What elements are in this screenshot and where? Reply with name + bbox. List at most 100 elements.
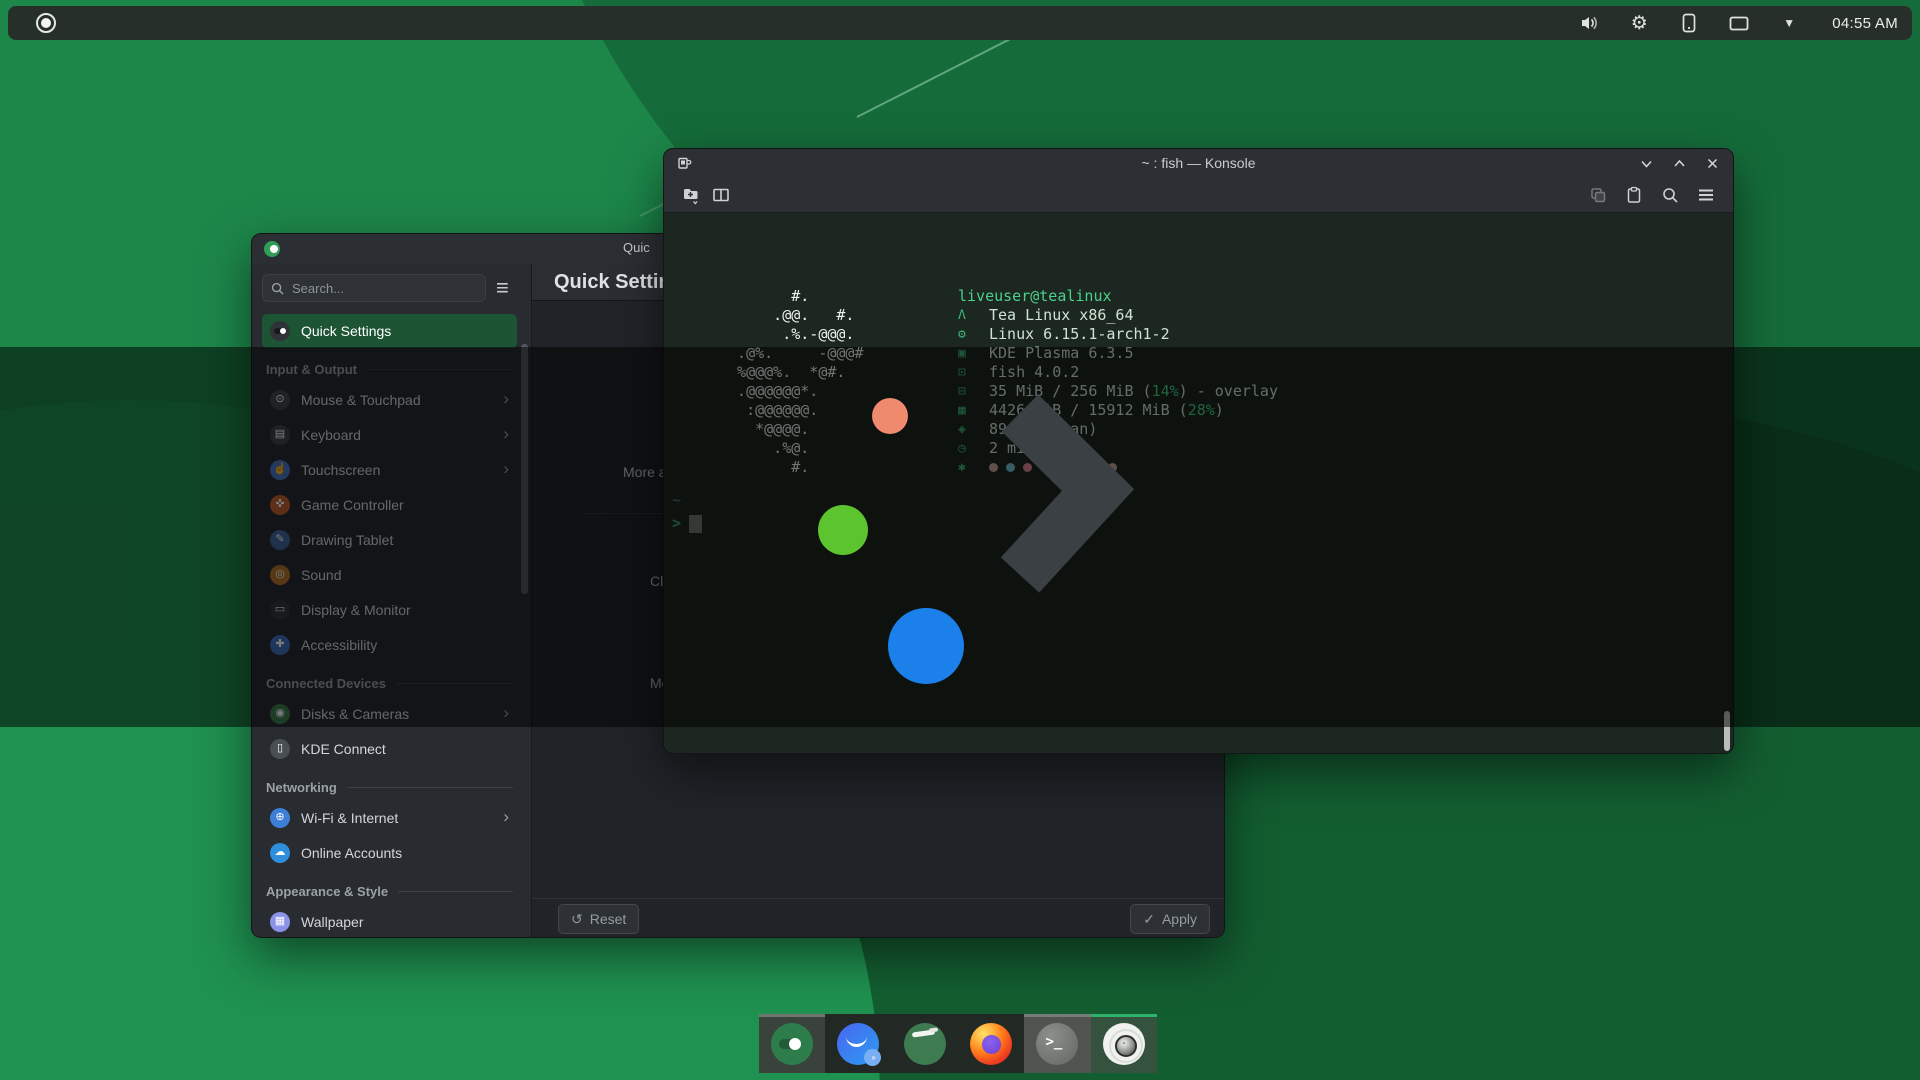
- sidebar-item-drawing-tablet[interactable]: ✎ Drawing Tablet: [262, 522, 517, 557]
- sidebar-item-kde-connect[interactable]: ▯ KDE Connect: [262, 731, 517, 766]
- sound-icon: ◎: [270, 565, 290, 585]
- chevron-right-icon: ›: [503, 703, 509, 723]
- file-manager-icon: [904, 1023, 946, 1065]
- globe-icon: ⊕: [270, 808, 290, 828]
- undo-icon: ↺: [571, 911, 583, 928]
- konsole-app-icon: [676, 155, 692, 171]
- sidebar-menu-icon[interactable]: ≡: [494, 277, 511, 299]
- settings-bottom-bar: ↺ Reset ✓ Apply: [532, 898, 1224, 938]
- keyboard-icon: ▤: [270, 425, 290, 445]
- discover-icon: [837, 1023, 879, 1065]
- packages-icon: ◈: [958, 420, 989, 439]
- dock-item-firefox[interactable]: [958, 1014, 1024, 1073]
- split-view-icon[interactable]: [706, 182, 736, 208]
- search-icon[interactable]: [1655, 182, 1685, 208]
- uptime-icon: ◷: [958, 439, 989, 458]
- sidebar-item-touchscreen[interactable]: ☝ Touchscreen ›: [262, 452, 517, 487]
- prompt-cwd: ~: [672, 491, 702, 510]
- search-icon: [271, 282, 284, 295]
- display-icon[interactable]: [1728, 12, 1750, 34]
- sidebar-item-keyboard[interactable]: ▤ Keyboard ›: [262, 417, 517, 452]
- sidebar-item-disks-cameras[interactable]: ◉ Disks & Cameras ›: [262, 696, 517, 731]
- dock-item-file-manager[interactable]: [892, 1014, 958, 1073]
- sidebar-section-connected-devices: Connected Devices: [262, 670, 517, 696]
- sidebar-section-appearance-style: Appearance & Style: [262, 878, 517, 904]
- settings-sidebar: ≡ Quick Settings Input & Output ⊙ Mouse …: [252, 264, 532, 938]
- accessibility-icon: ✚: [270, 635, 290, 655]
- quick-settings-icon: [270, 321, 290, 341]
- dock-item-terminal[interactable]: [1024, 1014, 1090, 1073]
- sidebar-scrollbar[interactable]: [521, 344, 528, 594]
- search-input[interactable]: [290, 280, 460, 297]
- settings-gear-icon[interactable]: ⚙: [1628, 12, 1650, 34]
- firefox-icon: [970, 1023, 1012, 1065]
- system-settings-icon: [771, 1023, 813, 1065]
- sidebar-item-quick-settings[interactable]: Quick Settings: [262, 314, 517, 348]
- terminal-icon: [1036, 1023, 1078, 1065]
- chevron-right-icon: ›: [503, 459, 509, 479]
- menu-icon[interactable]: [1691, 182, 1721, 208]
- sidebar-item-wifi-internet[interactable]: ⊕ Wi-Fi & Internet ›: [262, 800, 517, 835]
- chevron-right-icon: ›: [503, 807, 509, 827]
- phone-icon[interactable]: [1678, 12, 1700, 34]
- user-host: liveuser@tealinux: [958, 287, 1112, 306]
- display-icon: ▭: [270, 600, 290, 620]
- apply-button[interactable]: ✓ Apply: [1130, 904, 1210, 934]
- shell-icon: ⊡: [958, 363, 989, 382]
- paste-icon[interactable]: [1619, 182, 1649, 208]
- mouse-icon: ⊙: [270, 390, 290, 410]
- reset-button[interactable]: ↺ Reset: [558, 904, 639, 934]
- sidebar-item-game-controller[interactable]: ✜ Game Controller: [262, 487, 517, 522]
- sidebar-item-wallpaper[interactable]: ▦ Wallpaper: [262, 904, 517, 938]
- sidebar-item-label: Quick Settings: [301, 323, 391, 339]
- camera-icon: ◉: [270, 704, 290, 724]
- expand-chevron-icon[interactable]: ▼: [1778, 12, 1800, 34]
- terminal-cursor: [689, 515, 702, 533]
- touchscreen-icon: ☝: [270, 460, 290, 480]
- top-panel: ⚙ ▼ 04:55 AM: [8, 6, 1912, 40]
- dock-item-system-settings[interactable]: [759, 1014, 825, 1073]
- settings-window-title: Quic: [623, 240, 650, 255]
- ascii-logo: #. .@@. #. .%.-@@@. .@%. -@@@# %@@@%. *@…: [719, 287, 864, 477]
- dock-item-screen-recorder[interactable]: [1091, 1014, 1157, 1073]
- chevron-right-icon: ›: [503, 389, 509, 409]
- sidebar-item-mouse-touchpad[interactable]: ⊙ Mouse & Touchpad ›: [262, 382, 517, 417]
- settings-nav-list: Quick Settings Input & Output ⊙ Mouse & …: [252, 310, 531, 938]
- maximize-button[interactable]: [1673, 157, 1686, 170]
- check-icon: ✓: [1143, 911, 1155, 928]
- memory-icon: ▦: [958, 401, 989, 420]
- minimize-button[interactable]: [1640, 157, 1653, 170]
- desktop: Quic ≡ Quick Settings Input: [0, 0, 1920, 1080]
- volume-icon[interactable]: [1578, 12, 1600, 34]
- close-button[interactable]: [1706, 157, 1719, 170]
- phone-icon: ▯: [270, 739, 290, 759]
- konsole-titlebar[interactable]: ~ : fish — Konsole: [664, 149, 1733, 177]
- dock: [759, 1014, 1157, 1073]
- search-box[interactable]: [262, 274, 486, 302]
- sidebar-item-sound[interactable]: ◎ Sound: [262, 557, 517, 592]
- sidebar-section-input-output: Input & Output: [262, 356, 517, 382]
- cloud-icon: ☁: [270, 843, 290, 863]
- desktop-icon: ▣: [958, 344, 989, 363]
- shell-prompt: ~ >: [672, 491, 702, 533]
- terminal-scrollbar[interactable]: [1724, 711, 1730, 751]
- panel-clock[interactable]: 04:55 AM: [1832, 15, 1898, 32]
- terminal-color-dots: [989, 463, 1117, 472]
- kernel-icon: ⚙: [958, 325, 989, 344]
- wallpaper-icon: ▦: [270, 912, 290, 932]
- sidebar-item-display-monitor[interactable]: ▭ Display & Monitor: [262, 592, 517, 627]
- system-tray: ⚙ ▼ 04:55 AM: [1578, 12, 1898, 34]
- os-icon: Λ: [958, 306, 989, 325]
- content-text-fragment: More a: [623, 464, 667, 480]
- tablet-icon: ✎: [270, 530, 290, 550]
- sidebar-item-accessibility[interactable]: ✚ Accessibility: [262, 627, 517, 662]
- fastfetch-output: liveuser@tealinux ΛTea Linux x86_64 ⚙Lin…: [958, 287, 1278, 477]
- sidebar-item-online-accounts[interactable]: ☁ Online Accounts: [262, 835, 517, 870]
- new-tab-icon[interactable]: [676, 182, 706, 208]
- copy-icon[interactable]: [1583, 182, 1613, 208]
- dock-item-discover[interactable]: [825, 1014, 891, 1073]
- konsole-toolbar: [664, 177, 1733, 213]
- terminal-viewport[interactable]: #. .@@. #. .%.-@@@. .@%. -@@@# %@@@%. *@…: [664, 213, 1733, 753]
- launcher-icon[interactable]: [36, 13, 56, 33]
- disk-icon: ⊟: [958, 382, 989, 401]
